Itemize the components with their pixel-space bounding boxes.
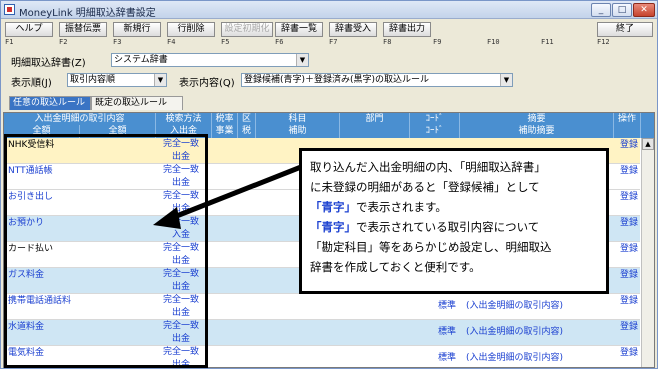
callout-line: 「勘定科目」等をあらかじめ設定し、明細取込 bbox=[310, 240, 552, 254]
header-code: ｺｰﾄﾞ bbox=[410, 113, 460, 125]
header-department: 部門 bbox=[340, 113, 410, 138]
header-sub-summary: 補助摘要 bbox=[460, 125, 614, 138]
callout-line: 辞書を作成しておくと便利です。 bbox=[310, 260, 481, 274]
display-order-value: 取引内容順 bbox=[70, 75, 116, 85]
summary-text: (入出金明細の取引内容) bbox=[466, 353, 564, 363]
annotation-highlight-box bbox=[4, 134, 208, 368]
chevron-down-icon: ▼ bbox=[500, 74, 512, 86]
standard-label: 標準 bbox=[438, 353, 457, 363]
vertical-scrollbar[interactable]: ▲ bbox=[641, 138, 654, 367]
close-button[interactable]: ✕ bbox=[633, 3, 655, 17]
dictionary-export-button[interactable]: 辞書出力 bbox=[383, 22, 431, 37]
maximize-button[interactable]: □ bbox=[612, 3, 632, 17]
header-tax: 税 bbox=[238, 125, 256, 138]
header-sub-account: 補助 bbox=[256, 125, 340, 138]
fkey-label: F6 bbox=[275, 38, 284, 46]
callout-line: 「青字」で表示されます。 bbox=[310, 197, 598, 217]
fkey-label: F8 bbox=[383, 38, 392, 46]
chevron-down-icon: ▼ bbox=[154, 74, 166, 86]
fkey-label: F5 bbox=[221, 38, 230, 46]
fkey-label: F4 bbox=[167, 38, 176, 46]
tab-custom-rules[interactable]: 任意の取込ルール bbox=[9, 96, 91, 110]
callout-emphasis: 「青字」 bbox=[310, 220, 356, 234]
register-link[interactable]: 登録 bbox=[620, 321, 638, 334]
dictionary-list-button[interactable]: 辞書一覧 bbox=[275, 22, 323, 37]
dictionary-select[interactable]: システム辞書 ▼ bbox=[111, 53, 309, 67]
display-order-label: 表示順(J) bbox=[11, 78, 52, 89]
register-link[interactable]: 登録 bbox=[620, 269, 638, 282]
display-order-select[interactable]: 取引内容順 ▼ bbox=[67, 73, 167, 87]
standard-label: 標準 bbox=[438, 301, 457, 311]
function-toolbar: ヘルプ F1 振替伝票 F2 新規行 F3 行削除 F4 設定初期化 F5 辞書… bbox=[1, 20, 657, 46]
register-link[interactable]: 登録 bbox=[620, 165, 638, 178]
register-link[interactable]: 登録 bbox=[620, 295, 638, 308]
scroll-up-icon[interactable]: ▲ bbox=[642, 138, 654, 150]
app-icon bbox=[4, 4, 15, 15]
fkey-label: F9 bbox=[433, 38, 442, 46]
header-kubun: 区 bbox=[238, 113, 256, 125]
app-window: MoneyLink 明細取込辞書設定 _ □ ✕ ヘルプ F1 振替伝票 F2 … bbox=[0, 0, 658, 369]
fkey-label: F1 bbox=[5, 38, 14, 46]
display-content-select[interactable]: 登録候補(青字)＋登録済み(黒字)の取込ルール ▼ bbox=[241, 73, 513, 87]
chevron-down-icon: ▼ bbox=[296, 54, 308, 66]
register-link[interactable]: 登録 bbox=[620, 243, 638, 256]
register-link[interactable]: 登録 bbox=[620, 347, 638, 360]
fkey-label: F3 bbox=[113, 38, 122, 46]
fkey-label: F11 bbox=[541, 38, 554, 46]
display-content-label: 表示内容(Q) bbox=[179, 78, 235, 89]
dictionary-import-button[interactable]: 辞書受入 bbox=[329, 22, 377, 37]
dictionary-label: 明細取込辞書(Z) bbox=[11, 58, 86, 69]
register-link[interactable]: 登録 bbox=[620, 217, 638, 230]
register-link[interactable]: 登録 bbox=[620, 139, 638, 152]
callout-text: で表示されている取引内容について bbox=[356, 220, 540, 234]
callout-text: で表示されます。 bbox=[356, 200, 447, 214]
help-button[interactable]: ヘルプ bbox=[5, 22, 53, 37]
header-summary: 摘要 bbox=[460, 113, 614, 125]
fkey-label: F7 bbox=[329, 38, 338, 46]
fkey-label: F12 bbox=[597, 38, 610, 46]
window-title: MoneyLink 明細取込辞書設定 bbox=[19, 8, 156, 19]
header-tax-rate: 税率 bbox=[212, 113, 238, 125]
header-business: 事業 bbox=[212, 125, 238, 138]
header-operation: 操作 bbox=[614, 113, 641, 138]
exit-button[interactable]: 終了 bbox=[597, 22, 653, 37]
header-code-sub: ｺｰﾄﾞ bbox=[410, 125, 460, 138]
header-account: 科目 bbox=[256, 113, 340, 125]
summary-text: (入出金明細の取引内容) bbox=[466, 327, 564, 337]
display-content-value: 登録候補(青字)＋登録済み(黒字)の取込ルール bbox=[244, 75, 430, 85]
tab-default-rules[interactable]: 既定の取込ルール bbox=[91, 96, 183, 110]
callout-line: に未登録の明細があると「登録候補」として bbox=[310, 180, 540, 194]
delete-row-button[interactable]: 行削除 bbox=[167, 22, 215, 37]
fkey-label: F2 bbox=[59, 38, 68, 46]
transfer-slip-button[interactable]: 振替伝票 bbox=[59, 22, 107, 37]
dictionary-select-value: システム辞書 bbox=[114, 55, 168, 65]
standard-label: 標準 bbox=[438, 327, 457, 337]
header-search-method: 検索方法 bbox=[156, 113, 212, 125]
header-transaction-content: 入出金明細の取引内容 bbox=[4, 113, 156, 125]
fkey-label: F10 bbox=[487, 38, 500, 46]
minimize-button[interactable]: _ bbox=[591, 3, 611, 17]
new-row-button[interactable]: 新規行 bbox=[113, 22, 161, 37]
callout-line: 「青字」で表示されている取引内容について bbox=[310, 217, 598, 237]
annotation-callout: 取り込んだ入出金明細の内、「明細取込辞書」 に未登録の明細があると「登録候補」と… bbox=[299, 148, 609, 294]
callout-emphasis: 「青字」 bbox=[310, 200, 356, 214]
reset-settings-button[interactable]: 設定初期化 bbox=[221, 22, 273, 37]
summary-text: (入出金明細の取引内容) bbox=[466, 301, 564, 311]
callout-line: 取り込んだ入出金明細の内、「明細取込辞書」 bbox=[310, 160, 546, 174]
title-bar: MoneyLink 明細取込辞書設定 _ □ ✕ bbox=[1, 1, 657, 19]
register-link[interactable]: 登録 bbox=[620, 191, 638, 204]
